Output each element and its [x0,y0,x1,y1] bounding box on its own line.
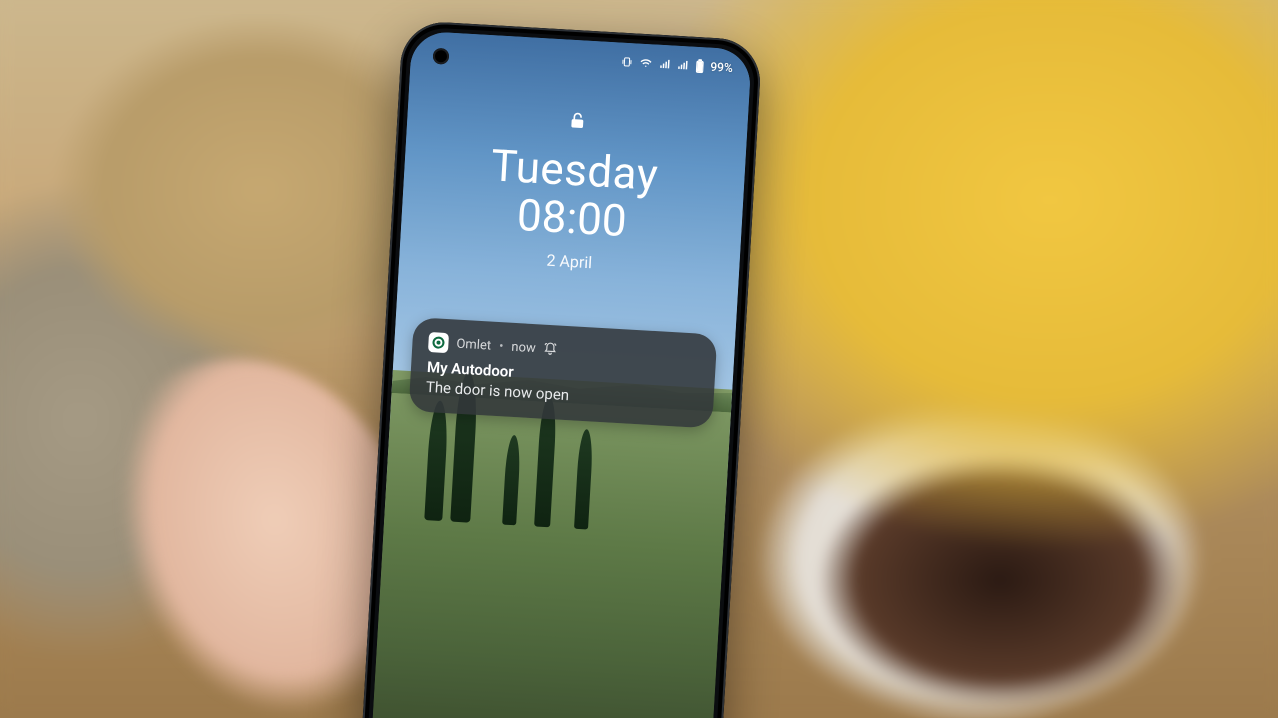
phone-screen[interactable]: 99% Tuesday 08:00 2 April Omlet • [370,31,752,718]
notification-app-name: Omlet [456,336,491,353]
notification-timestamp: now [511,339,536,355]
photo-background: 99% Tuesday 08:00 2 April Omlet • [0,0,1278,718]
separator-dot: • [499,339,504,354]
bell-icon [543,342,558,357]
signal-icon [658,58,671,71]
phone: 99% Tuesday 08:00 2 April Omlet • [359,20,762,718]
wifi-icon [638,57,653,70]
battery-percentage: 99% [710,60,733,75]
app-icon [428,332,449,353]
vibrate-icon [620,56,633,69]
battery-icon [694,59,705,74]
unlock-icon [567,110,588,135]
lockscreen-datetime: Tuesday 08:00 2 April [399,134,746,280]
notification-card[interactable]: Omlet • now My Autodoor The door is now … [409,317,718,428]
signal-icon [676,59,689,72]
